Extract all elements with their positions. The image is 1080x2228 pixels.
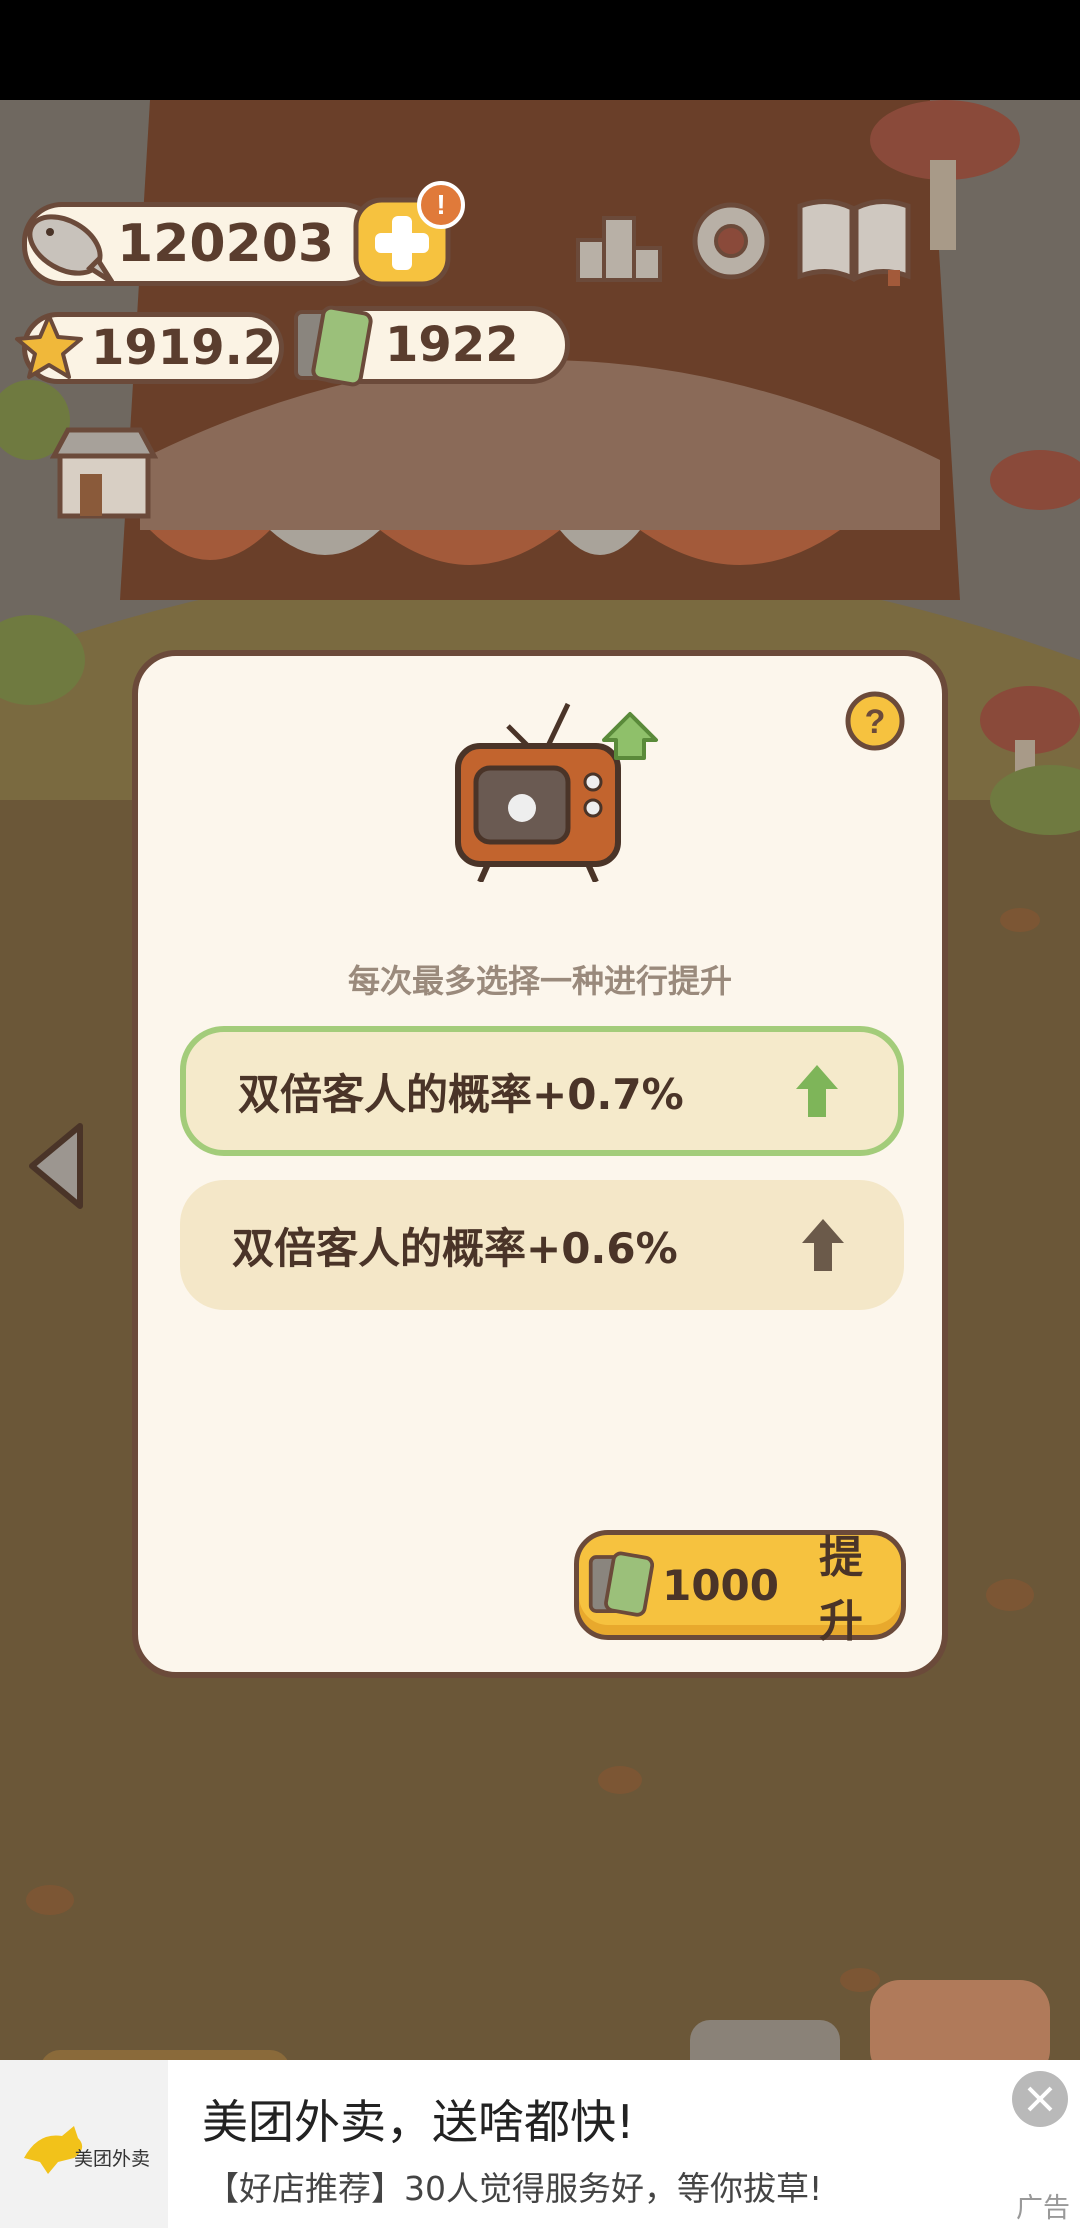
upgrade-cost: 1000 [662, 1560, 779, 1610]
help-button[interactable]: ? [844, 690, 906, 756]
ad-banner[interactable]: 美团外卖 美团外卖，送啥都快! 【好店推荐】30人觉得服务好，等你拔草! [0, 2060, 1080, 2228]
status-bar [0, 0, 1080, 100]
ad-title: 美团外卖，送啥都快! [202, 2095, 635, 2149]
svg-text:?: ? [865, 703, 886, 741]
close-icon [1027, 2086, 1053, 2112]
arrow-up-icon [802, 1219, 844, 1271]
question-icon: ? [845, 691, 905, 751]
upgrade-option-label: 双倍客人的概率+0.6% [232, 1223, 678, 1273]
ad-logo: 美团外卖 [0, 2060, 168, 2228]
ad-description: 【好店推荐】30人觉得服务好，等你拔草! [206, 2169, 823, 2208]
tv-upgrade-illustration [438, 696, 674, 886]
upgrade-option-1[interactable]: 双倍客人的概率+0.7% [180, 1026, 904, 1156]
upgrade-label: 提升 [819, 1532, 863, 1647]
upgrade-option-2[interactable]: 双倍客人的概率+0.6% [180, 1180, 904, 1310]
upgrade-option-label: 双倍客人的概率+0.7% [238, 1069, 684, 1119]
upgrade-dialog: ? 每次最多选择一种进行提升 双倍客人的概率+0.7% 双倍客人的概率+0.6%… [132, 650, 948, 1678]
ad-brand: 美团外卖 [74, 2148, 151, 2170]
tv-ticket-icon [588, 1551, 655, 1617]
tv-icon [455, 702, 658, 884]
arrow-up-icon [796, 1065, 838, 1117]
ad-close-button[interactable] [1012, 2071, 1068, 2127]
upgrade-button[interactable]: 1000 提升 [574, 1530, 906, 1647]
ad-tag: 广告 [1016, 2193, 1070, 2224]
selection-hint: 每次最多选择一种进行提升 [347, 962, 732, 1000]
